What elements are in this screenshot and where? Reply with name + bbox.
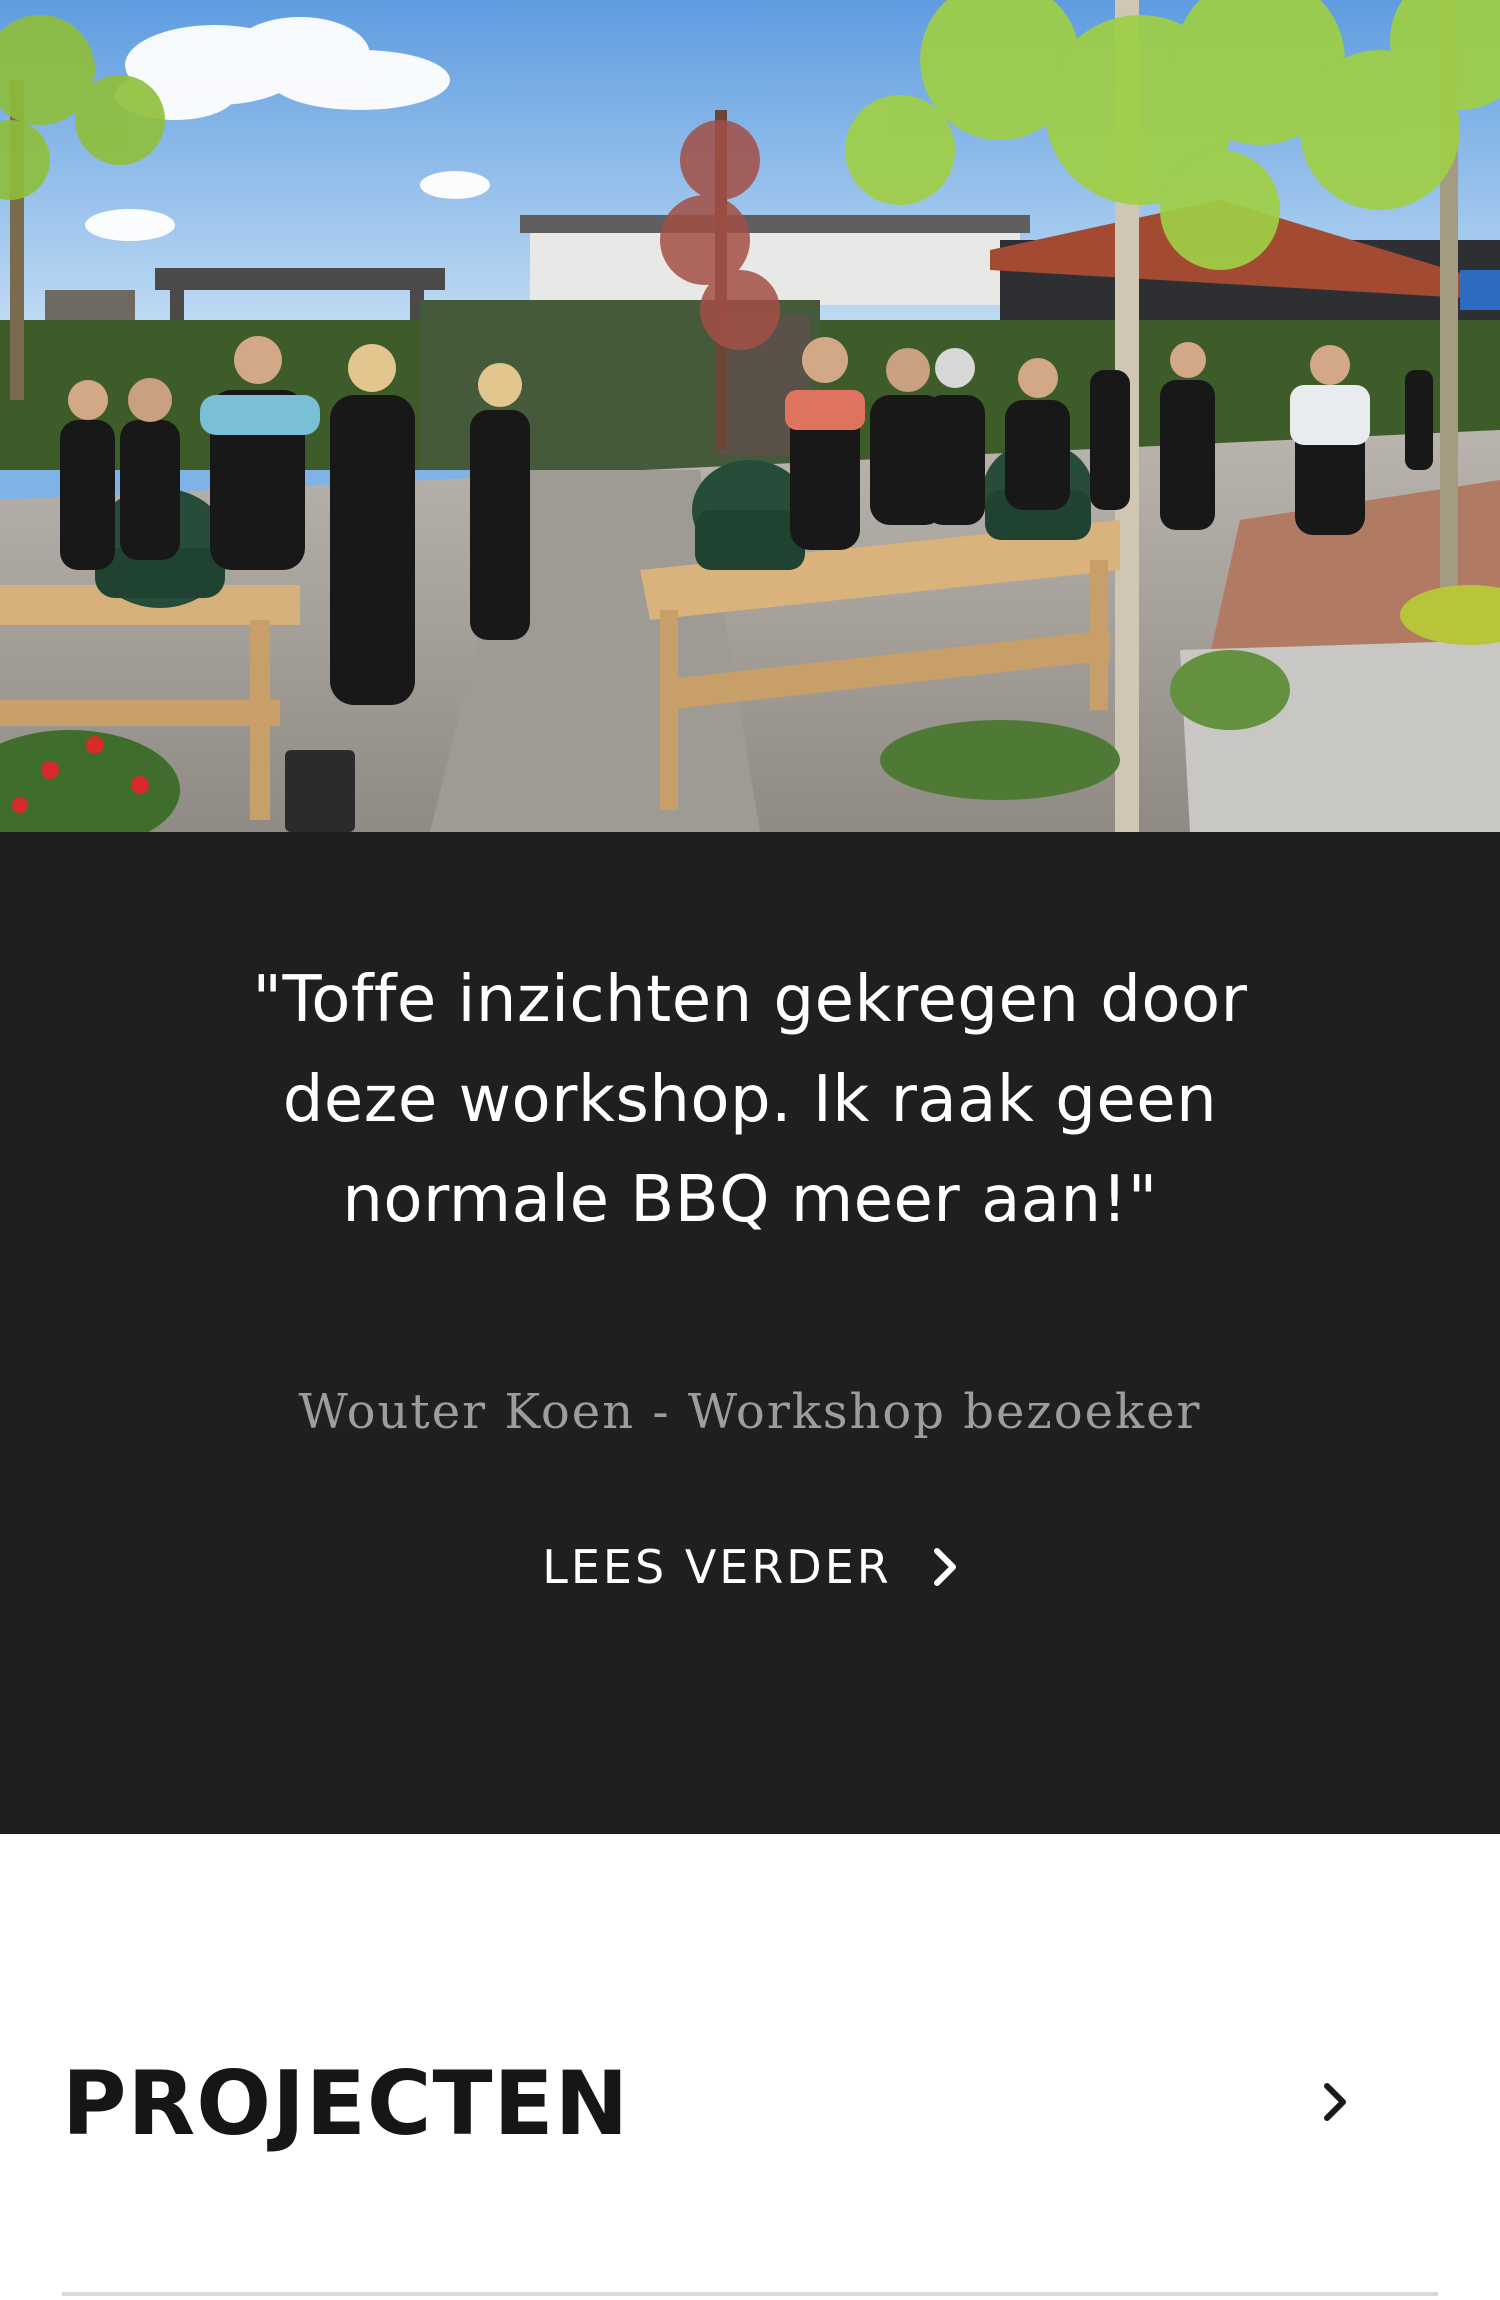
read-more-link[interactable]: LEES VERDER — [480, 1532, 1020, 1602]
projects-heading: PROJECTEN — [62, 2052, 630, 2155]
testimonial-section: "Toffe inzichten gekregen door deze work… — [0, 832, 1500, 1834]
testimonial-author: Wouter Koen - Workshop bezoeker — [298, 1384, 1202, 1440]
read-more-label: LEES VERDER — [542, 1540, 892, 1594]
testimonial-quote: "Toffe inzichten gekregen door deze work… — [252, 963, 1248, 1237]
hero-illustration — [0, 0, 1500, 832]
projects-next-button[interactable] — [1300, 2059, 1370, 2149]
chevron-right-icon — [1322, 2081, 1348, 2128]
projects-section: PROJECTEN — [0, 1834, 1500, 2300]
hero-photo — [0, 0, 1500, 832]
chevron-right-icon — [932, 1547, 958, 1587]
section-divider — [62, 2292, 1438, 2296]
